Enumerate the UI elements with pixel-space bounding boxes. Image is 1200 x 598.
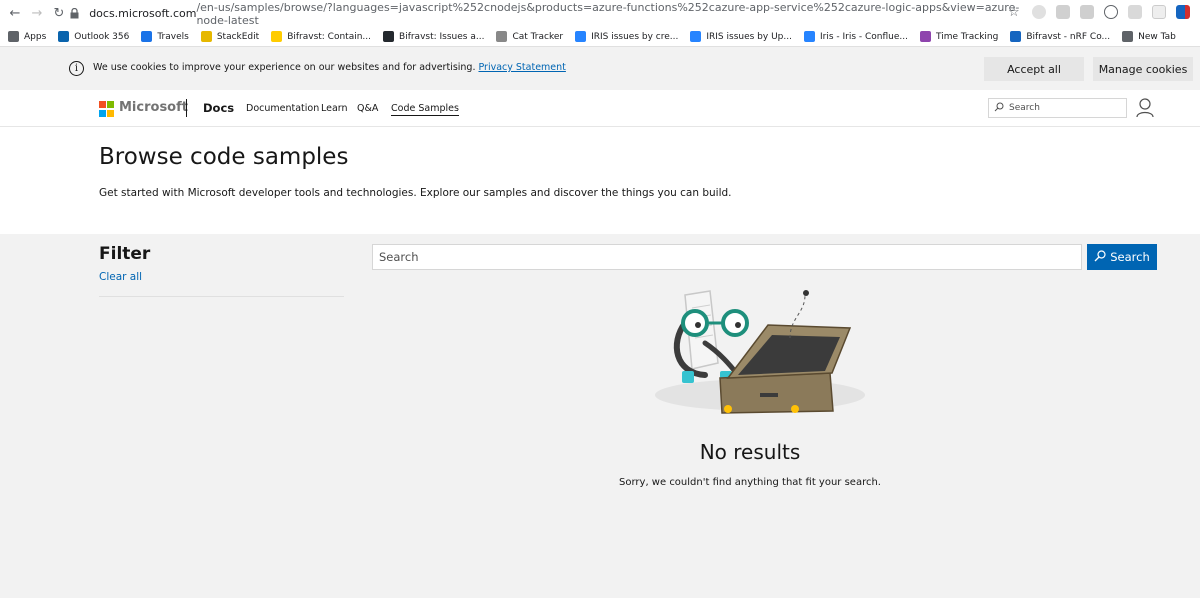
stackedit-icon <box>200 31 212 42</box>
page-title: Browse code samples <box>99 144 349 170</box>
bookmark-label: Bifravst: Contain... <box>287 31 372 42</box>
bookmark-label: New Tab <box>1138 31 1176 42</box>
bifravst-icon <box>271 31 283 42</box>
bookmark-label: StackEdit <box>216 31 260 42</box>
empty-state-illustration <box>650 283 880 428</box>
bookmark-label: Iris - Iris - Conflue... <box>819 31 908 42</box>
docs-home-link[interactable]: Docs <box>203 101 234 115</box>
url-path: /en-us/samples/browse/?languages=javascr… <box>196 0 1020 27</box>
bookmark-label: Time Tracking <box>935 31 999 42</box>
extension-7-icon[interactable] <box>1176 5 1190 19</box>
no-results-message: Sorry, we couldn't find anything that fi… <box>619 477 881 488</box>
bookmark-star-icon[interactable]: ☆ <box>1008 5 1020 20</box>
globe-icon <box>1122 31 1134 42</box>
nav-code-samples[interactable]: Code Samples <box>391 103 459 116</box>
search-icon <box>994 102 1004 115</box>
address-bar[interactable]: docs.microsoft.com/en-us/samples/browse/… <box>70 0 1030 27</box>
cat-icon <box>496 31 508 42</box>
bookmark-item[interactable]: Bifravst - nRF Co... <box>1010 31 1110 42</box>
bookmark-label: IRIS issues by Up... <box>706 31 792 42</box>
filter-divider <box>99 296 344 297</box>
bookmark-label: Bifravst - nRF Co... <box>1026 31 1111 42</box>
bookmark-item[interactable]: Outlook 356 <box>58 31 129 42</box>
nav-documentation[interactable]: Documentation <box>246 103 319 114</box>
time-tracking-icon <box>919 31 931 42</box>
travels-icon <box>141 31 153 42</box>
bookmark-item[interactable]: IRIS issues by Up... <box>690 31 792 42</box>
bookmark-item[interactable]: IRIS issues by cre... <box>575 31 678 42</box>
bookmark-item[interactable]: StackEdit <box>200 31 260 42</box>
samples-search-input[interactable]: Search <box>372 244 1082 270</box>
bookmark-label: Apps <box>24 31 47 42</box>
header-divider <box>186 99 187 117</box>
extension-3-icon[interactable] <box>1080 5 1094 19</box>
samples-search-placeholder: Search <box>379 250 419 264</box>
filter-heading: Filter <box>99 244 151 264</box>
cookie-text: We use cookies to improve your experienc… <box>93 62 476 73</box>
extension-6-icon[interactable] <box>1152 5 1166 19</box>
bookmark-item[interactable]: Travels <box>141 31 189 42</box>
bookmark-item[interactable]: New Tab <box>1122 31 1176 42</box>
nav-learn[interactable]: Learn <box>321 103 348 114</box>
cookie-message: We use cookies to improve your experienc… <box>93 62 566 73</box>
bookmark-label: Bifravst: Issues a... <box>399 31 485 42</box>
extensions <box>1032 5 1200 19</box>
lock-icon <box>70 8 83 19</box>
user-profile-icon[interactable] <box>1136 98 1154 118</box>
nav-qa[interactable]: Q&A <box>357 103 378 114</box>
no-results-title: No results <box>699 440 801 464</box>
outlook-icon <box>58 31 70 42</box>
privacy-statement-link[interactable]: Privacy Statement <box>478 62 565 73</box>
bookmark-label: Travels <box>157 31 189 42</box>
search-button-label: Search <box>1110 250 1150 264</box>
back-icon[interactable]: ← <box>4 3 26 25</box>
site-header: Microsoft Docs Documentation Learn Q&A C… <box>0 90 1200 127</box>
jira-icon <box>575 31 587 42</box>
bookmark-item[interactable]: Time Tracking <box>919 31 999 42</box>
jira-icon <box>690 31 702 42</box>
cookie-banner: i We use cookies to improve your experie… <box>0 48 1200 90</box>
bookmark-item[interactable]: Cat Tracker <box>496 31 563 42</box>
nrf-icon <box>1010 31 1022 42</box>
github-icon <box>383 31 395 42</box>
bookmark-label: IRIS issues by cre... <box>591 31 679 42</box>
reload-icon[interactable]: ↻ <box>48 3 70 25</box>
header-search-input[interactable]: Search <box>988 98 1127 118</box>
bookmark-label: Cat Tracker <box>512 31 564 42</box>
bookmark-item[interactable]: Bifravst: Contain... <box>271 31 371 42</box>
confluence-icon <box>803 31 815 42</box>
apps-grid-icon <box>8 31 19 42</box>
bookmark-item[interactable]: Iris - Iris - Conflue... <box>803 31 908 42</box>
extension-1-icon[interactable] <box>1032 5 1046 19</box>
accept-all-button[interactable]: Accept all <box>984 57 1084 81</box>
extension-5-icon[interactable] <box>1128 5 1142 19</box>
browser-toolbar: ← → ↻ docs.microsoft.com/en-us/samples/b… <box>0 0 1200 27</box>
bookmark-label: Outlook 356 <box>74 31 130 42</box>
bookmark-item[interactable]: Apps <box>8 31 46 42</box>
hero-section: Browse code samples Get started with Mic… <box>0 127 1200 234</box>
extension-2-icon[interactable] <box>1056 5 1070 19</box>
header-search-placeholder: Search <box>1009 103 1040 113</box>
manage-cookies-button[interactable]: Manage cookies <box>1093 57 1193 81</box>
bookmarks-bar: Apps Outlook 356 Travels StackEdit Bifravst:… <box>0 27 1200 47</box>
forward-icon[interactable]: → <box>26 3 48 25</box>
search-button[interactable]: Search <box>1087 244 1157 270</box>
bookmark-item[interactable]: Bifravst: Issues a... <box>383 31 484 42</box>
clear-all-link[interactable]: Clear all <box>99 271 142 283</box>
extension-4-icon[interactable] <box>1104 5 1118 19</box>
page-subtitle: Get started with Microsoft developer too… <box>99 187 732 199</box>
url-host: docs.microsoft.com <box>89 7 197 20</box>
microsoft-logo-icon[interactable] <box>99 101 115 117</box>
search-button-icon <box>1094 249 1106 265</box>
microsoft-brand[interactable]: Microsoft <box>119 100 188 115</box>
info-icon: i <box>69 61 84 76</box>
